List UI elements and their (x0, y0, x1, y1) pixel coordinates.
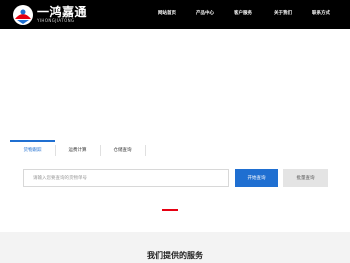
tab-divider (55, 145, 56, 156)
nav-item-about[interactable]: 关于我们 (274, 10, 292, 16)
batch-query-button[interactable]: 批量查询 (283, 169, 328, 187)
query-tabs: 货物跟踪 运费计算 仓储查询 (10, 140, 340, 160)
nav-item-home[interactable]: 网站首页 (158, 10, 176, 16)
start-query-button[interactable]: 开始查询 (235, 169, 278, 187)
tab-freight[interactable]: 运费计算 (55, 140, 100, 160)
services-title: 我们提供的服务 (147, 251, 203, 260)
services-section: 我们提供的服务 (0, 232, 350, 263)
tab-divider (145, 145, 146, 156)
tab-tracking[interactable]: 货物跟踪 (10, 140, 55, 160)
site-header: 一鸿嘉通 YIHONGJIATONG 网站首页 产品中心 客户服务 关于我们 联… (0, 0, 350, 29)
section-divider (162, 209, 178, 211)
tracking-number-input[interactable] (23, 169, 229, 187)
tab-warehouse[interactable]: 仓储查询 (100, 140, 145, 160)
nav-item-service[interactable]: 客户服务 (234, 10, 252, 16)
tab-divider (100, 145, 101, 156)
nav-item-products[interactable]: 产品中心 (196, 10, 214, 16)
nav-item-contact[interactable]: 联系方式 (312, 10, 330, 16)
main-nav: 网站首页 产品中心 客户服务 关于我们 联系方式 (0, 0, 350, 29)
